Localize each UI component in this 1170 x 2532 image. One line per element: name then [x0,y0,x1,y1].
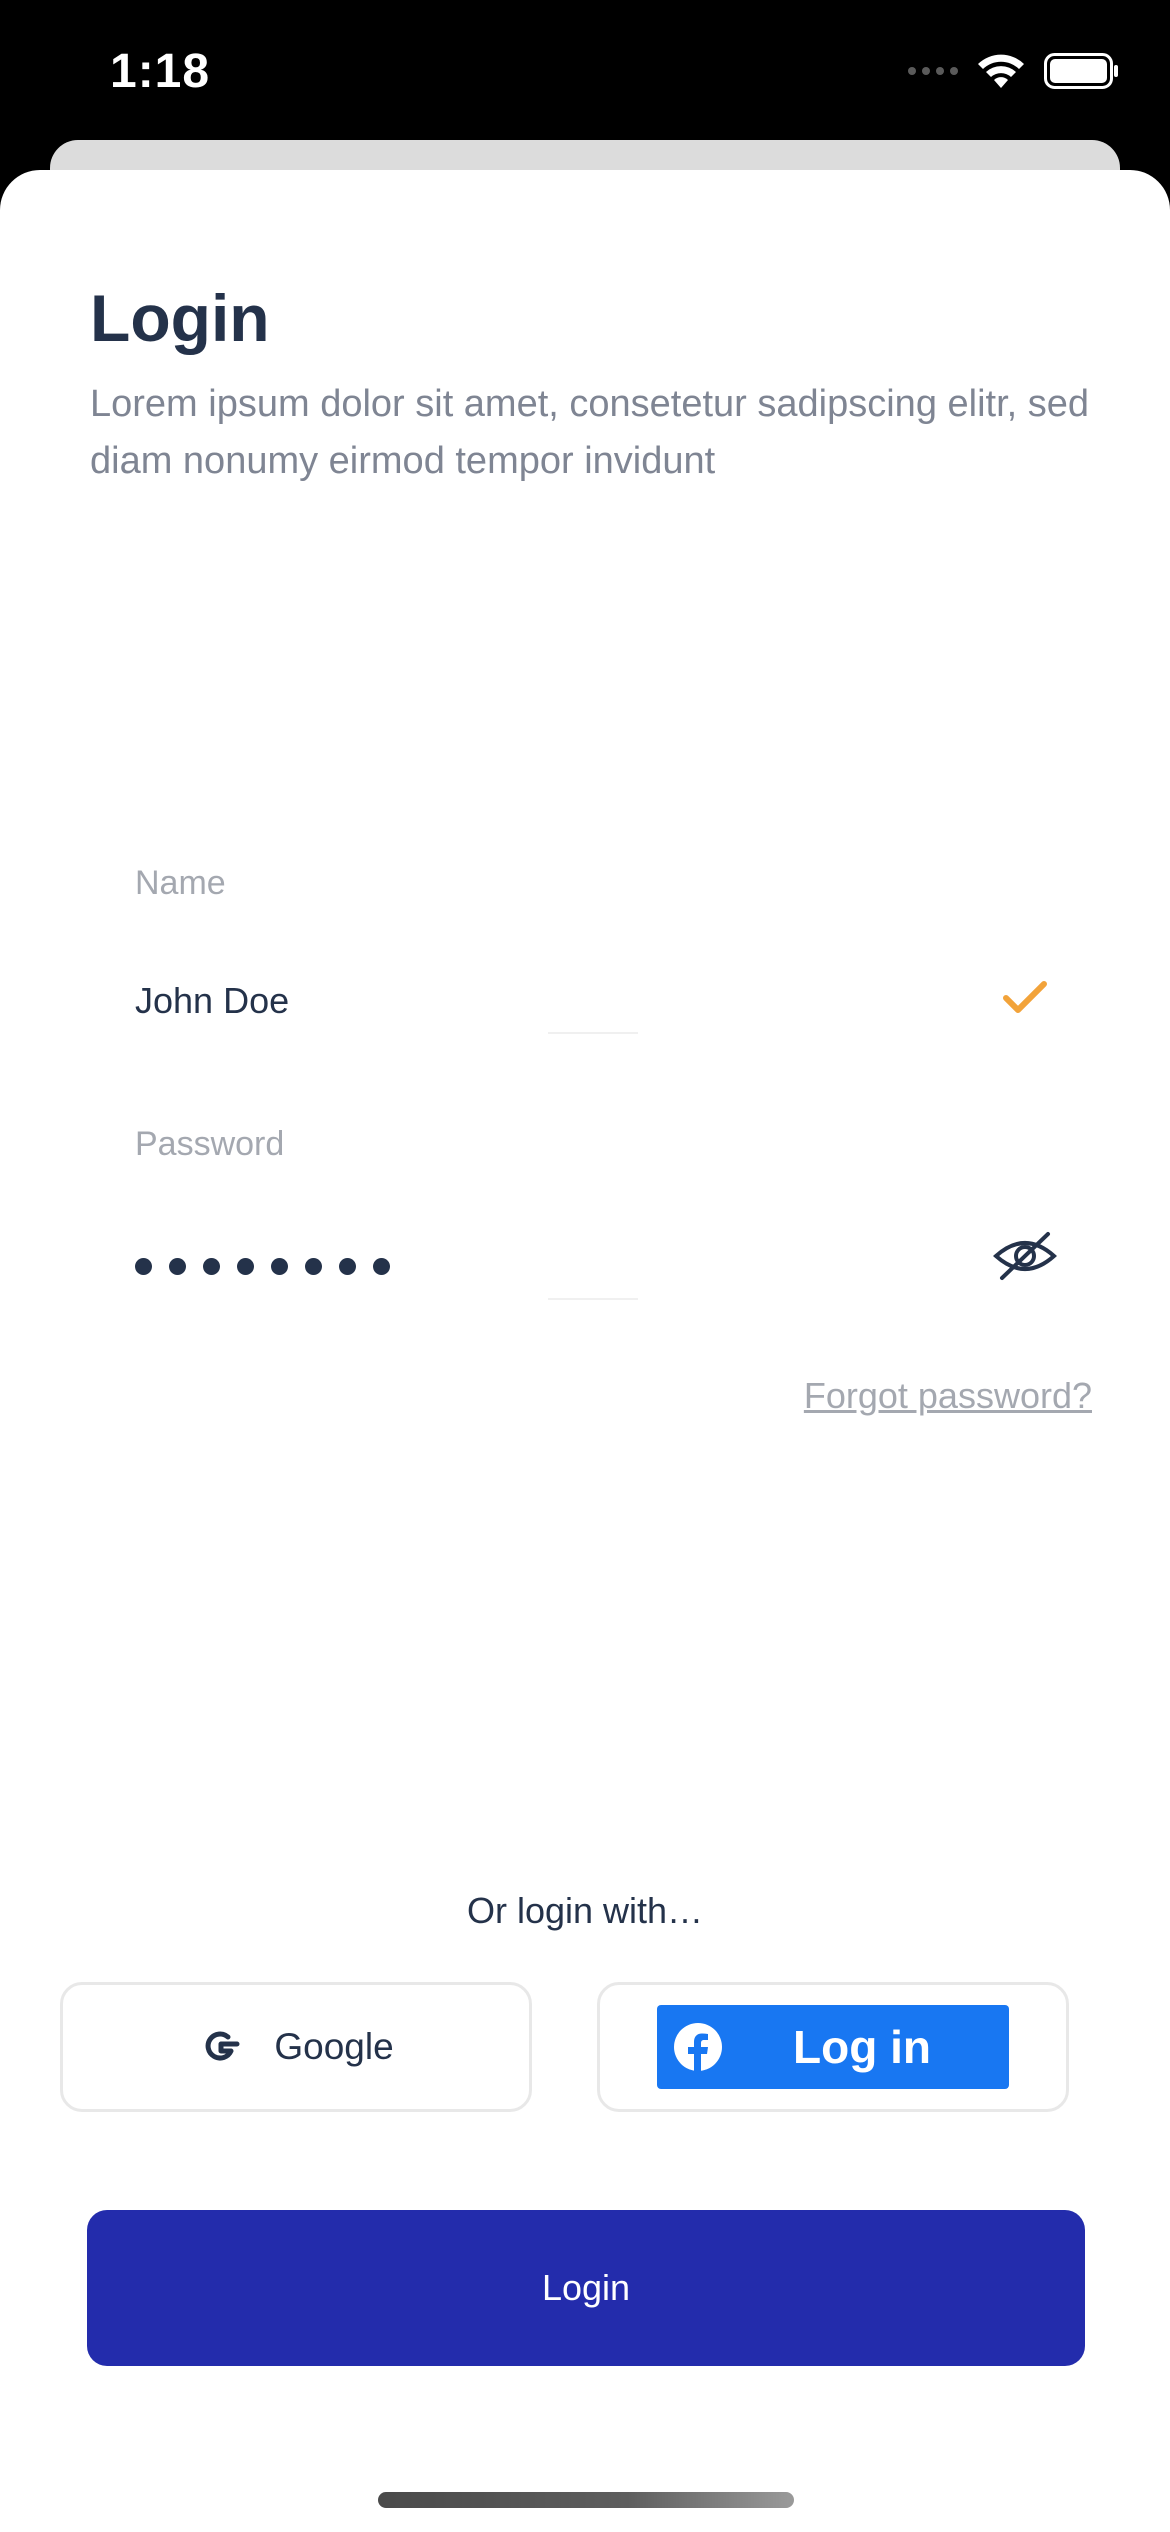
name-underline [548,1032,638,1034]
battery-icon [1044,53,1118,89]
status-icons [908,52,1120,90]
password-label: Password [135,1125,285,1163]
facebook-login-inner[interactable]: Log in [657,2005,1009,2089]
or-login-with-text: Or login with… [466,1890,704,1931]
forgot-password-link[interactable]: Forgot password? [804,1375,1092,1417]
facebook-button-label: Log in [793,2021,931,2073]
password-input[interactable] [135,1258,390,1275]
wifi-icon [978,54,1024,88]
page-subtitle: Lorem ipsum dolor sit amet, consetetur s… [90,383,1090,482]
eye-off-icon[interactable] [990,1228,1060,1284]
facebook-login-button[interactable]: Log in [597,1982,1069,2112]
password-underline [548,1298,638,1300]
login-button[interactable]: Login [87,2210,1085,2366]
google-button-label: Google [274,2026,394,2067]
facebook-icon [674,2023,722,2072]
status-time: 1:18 [110,45,211,98]
google-login-button[interactable]: Google [60,1982,532,2112]
signal-icon [908,67,958,75]
page-title: Login [90,281,270,355]
login-sheet: Login Lorem ipsum dolor sit amet, conset… [0,170,1170,2532]
check-icon [1003,981,1047,1013]
home-indicator [378,2492,794,2508]
status-bar: 1:18 [0,0,1170,140]
google-icon [205,2031,240,2061]
name-label: Name [135,864,226,902]
name-input[interactable]: John Doe [135,980,289,1022]
